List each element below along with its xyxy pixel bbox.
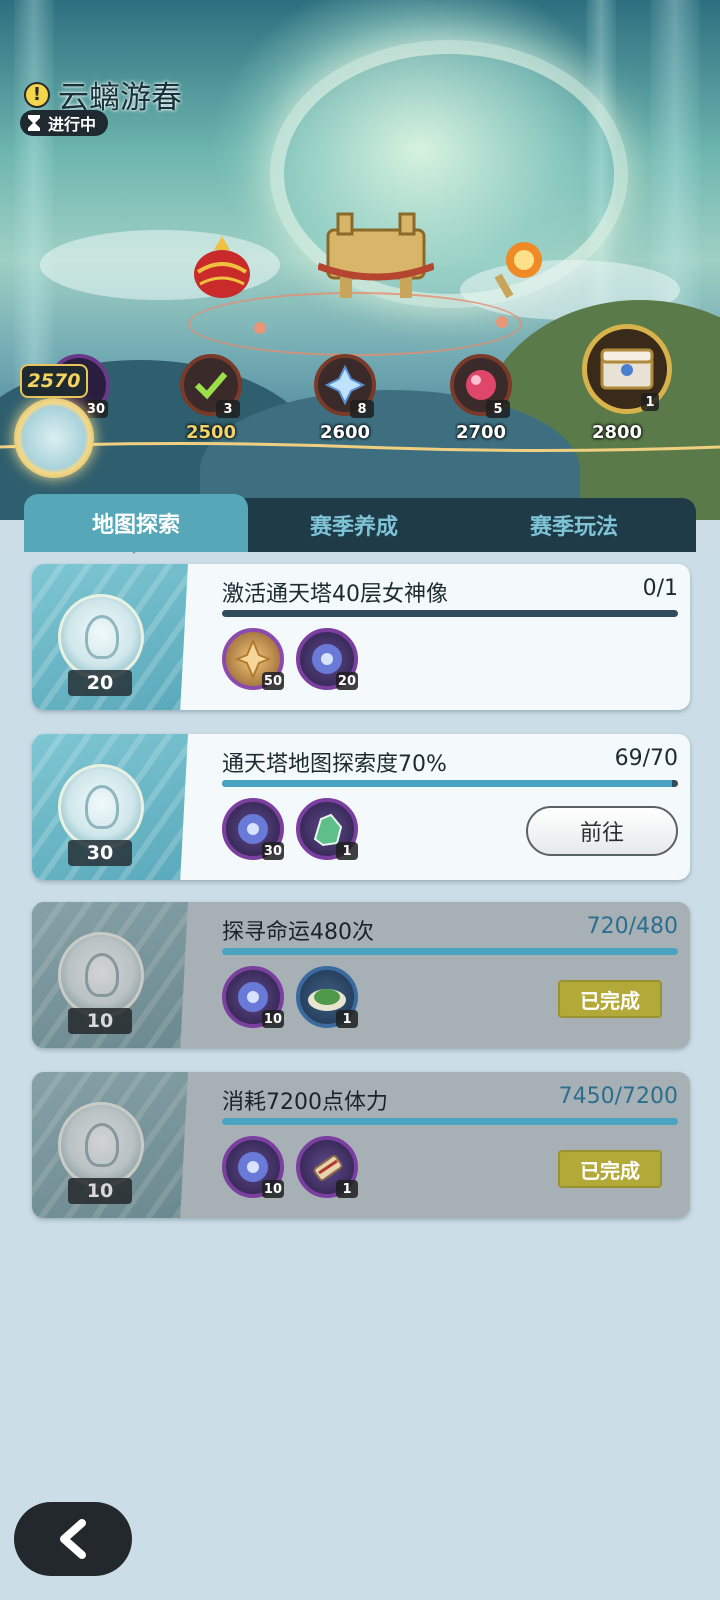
coin-count: 10 (68, 1008, 132, 1034)
reward-count: 1 (641, 393, 659, 411)
season-coin-icon (58, 932, 144, 1018)
completed-badge: 已完成 (558, 1150, 662, 1188)
milestone-label: 2700 (455, 422, 507, 443)
coin-reward-area: 30 (32, 734, 188, 880)
coin-count: 10 (68, 1178, 132, 1204)
ring-dot (496, 316, 508, 328)
reward-count: 1 (336, 842, 358, 860)
red-gem-reward-icon (466, 370, 496, 400)
task-title: 通天塔地图探索度70% (222, 752, 447, 777)
reward-count: 30 (261, 842, 284, 860)
crystal-reward-icon (325, 365, 365, 405)
back-button[interactable] (14, 1502, 132, 1576)
reward-item[interactable]: 1 (296, 1136, 358, 1198)
status-badge: 进行中 (20, 110, 109, 136)
task-progress: 0/1 (642, 576, 678, 601)
milestone-label: 2500 (185, 422, 237, 443)
task-card: 20 激活通天塔40层女神像 0/1 50 20 (32, 564, 690, 710)
task-progress: 69/70 (614, 746, 678, 771)
checkmark-reward-icon (194, 372, 228, 400)
task-progress-bar (222, 610, 678, 617)
milestone-node-2500[interactable]: 3 (180, 354, 242, 418)
milestone-node-2600[interactable]: 8 (314, 354, 376, 418)
coin-reward-area: 10 (32, 1072, 188, 1218)
chevron-left-icon (60, 1519, 86, 1559)
tab-season-gameplay[interactable]: 赛季玩法 (462, 498, 686, 552)
season-coin-icon (58, 1102, 144, 1188)
go-button[interactable]: 前往 (526, 806, 678, 856)
season-coin-icon (58, 764, 144, 850)
task-progress: 720/480 (586, 914, 678, 939)
tab-season-growth[interactable]: 赛季养成 (242, 498, 466, 552)
reward-count: 1 (336, 1180, 358, 1198)
task-card: 10 探寻命运480次 720/480 10 1 已完成 (32, 902, 690, 1048)
event-banner: ! 云螭游春 进行中 30 2570 3 2500 8 2600 5 2700 … (0, 0, 720, 520)
completed-badge: 已完成 (558, 980, 662, 1018)
coin-reward-area: 20 (32, 564, 188, 710)
milestone-node-2800[interactable]: 1 (582, 324, 672, 414)
red-drum-artifact-icon[interactable] (190, 232, 254, 300)
bronze-cauldron-artifact-icon[interactable] (318, 208, 434, 304)
hourglass-icon (28, 115, 40, 131)
milestone-label: 2800 (591, 422, 643, 443)
tab-bar: 地图探索 赛季养成 赛季玩法 (24, 494, 696, 552)
ring-dot (254, 322, 266, 334)
herb-plate-icon (308, 989, 346, 1011)
treasure-chest-reward-icon (600, 348, 654, 390)
task-title: 激活通天塔40层女神像 (222, 582, 448, 607)
reward-item[interactable]: 10 (222, 1136, 284, 1198)
reward-item[interactable]: 1 (296, 798, 358, 860)
reward-count: 20 (335, 672, 358, 690)
reward-count: 50 (261, 672, 284, 690)
task-progress: 7450/7200 (558, 1084, 678, 1109)
season-coin-icon (58, 594, 144, 680)
milestone-label: 2600 (319, 422, 371, 443)
active-tab-pointer (126, 544, 142, 554)
exclamation-icon[interactable]: ! (24, 81, 50, 108)
coin-count: 30 (68, 840, 132, 866)
coin-reward-area: 10 (32, 902, 188, 1048)
reward-count: 10 (261, 1180, 284, 1198)
task-title: 探寻命运480次 (222, 920, 374, 945)
task-card: 30 通天塔地图探索度70% 69/70 30 1 前往 (32, 734, 690, 880)
status-text: 进行中 (48, 115, 97, 134)
task-title: 消耗7200点体力 (222, 1090, 388, 1115)
task-card: 10 消耗7200点体力 7450/7200 10 1 已完成 (32, 1072, 690, 1218)
reward-count: 1 (336, 1010, 358, 1028)
coin-count: 20 (68, 670, 132, 696)
task-progress-bar (222, 780, 678, 787)
reward-count: 5 (486, 400, 510, 418)
current-score: 2570 (20, 364, 88, 398)
flame-torch-artifact-icon[interactable] (494, 240, 546, 300)
current-score-coin-icon (14, 398, 94, 478)
reward-item[interactable]: 30 (222, 798, 284, 860)
task-progress-bar (222, 948, 678, 955)
reward-item[interactable]: 20 (296, 628, 358, 690)
reward-item[interactable]: 1 (296, 966, 358, 1028)
reward-count: 3 (216, 400, 240, 418)
reward-item[interactable]: 10 (222, 966, 284, 1028)
reward-item[interactable]: 50 (222, 628, 284, 690)
task-progress-bar (222, 1118, 678, 1125)
reward-count: 8 (350, 400, 374, 418)
reward-count: 10 (261, 1010, 284, 1028)
milestone-node-2700[interactable]: 5 (450, 354, 512, 418)
